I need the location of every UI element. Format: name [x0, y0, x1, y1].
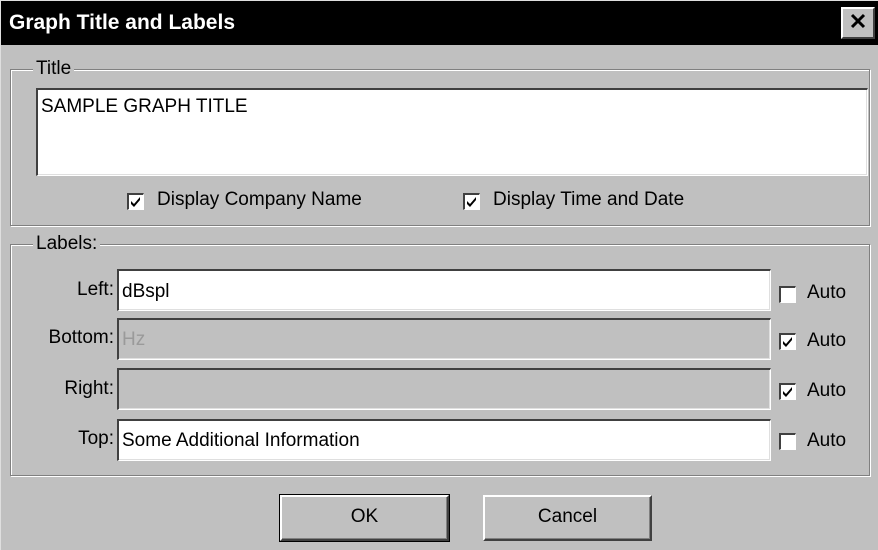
close-button[interactable]: [841, 7, 875, 39]
title-group-legend: Title: [33, 58, 75, 80]
right-auto-label[interactable]: Auto: [807, 379, 846, 403]
bottom-label-input[interactable]: Hz: [117, 318, 771, 360]
right-label: Right:: [64, 378, 114, 399]
graph-title-value: SAMPLE GRAPH TITLE: [41, 96, 248, 117]
top-label: Top:: [78, 428, 114, 449]
check-icon: [783, 337, 792, 347]
bottom-label-value: Hz: [122, 329, 146, 350]
top-auto-checkbox[interactable]: [779, 433, 796, 450]
graph-title-input[interactable]: SAMPLE GRAPH TITLE: [36, 88, 868, 176]
check-icon: [131, 197, 140, 207]
top-label-input[interactable]: Some Additional Information: [117, 419, 771, 461]
display-time-date-checkbox[interactable]: [463, 193, 480, 210]
ok-button[interactable]: OK: [279, 494, 450, 542]
bottom-auto-label[interactable]: Auto: [807, 329, 846, 353]
left-label: Left:: [77, 279, 114, 300]
bottom-label: Bottom:: [48, 327, 114, 348]
graph-title-labels-dialog: Graph Title and Labels Title SAMPLE GRAP…: [0, 0, 878, 550]
cancel-button[interactable]: Cancel: [483, 495, 652, 541]
left-label-value: dBspl: [122, 281, 170, 302]
title-bar[interactable]: Graph Title and Labels: [1, 1, 878, 45]
top-auto-label[interactable]: Auto: [807, 429, 846, 453]
display-company-name-label[interactable]: Display Company Name: [157, 188, 362, 212]
window-title: Graph Title and Labels: [9, 11, 235, 34]
labels-group-legend: Labels:: [33, 233, 101, 255]
left-auto-checkbox[interactable]: [779, 286, 796, 303]
bottom-auto-checkbox[interactable]: [779, 333, 796, 350]
check-icon: [783, 387, 792, 397]
check-icon: [467, 197, 476, 207]
right-auto-checkbox[interactable]: [779, 383, 796, 400]
display-time-date-label[interactable]: Display Time and Date: [493, 188, 684, 212]
close-icon: [849, 11, 867, 35]
left-auto-label[interactable]: Auto: [807, 281, 846, 305]
left-label-input[interactable]: dBspl: [117, 269, 771, 311]
top-label-value: Some Additional Information: [122, 430, 360, 451]
display-company-name-checkbox[interactable]: [127, 193, 144, 210]
right-label-input[interactable]: [117, 368, 771, 410]
